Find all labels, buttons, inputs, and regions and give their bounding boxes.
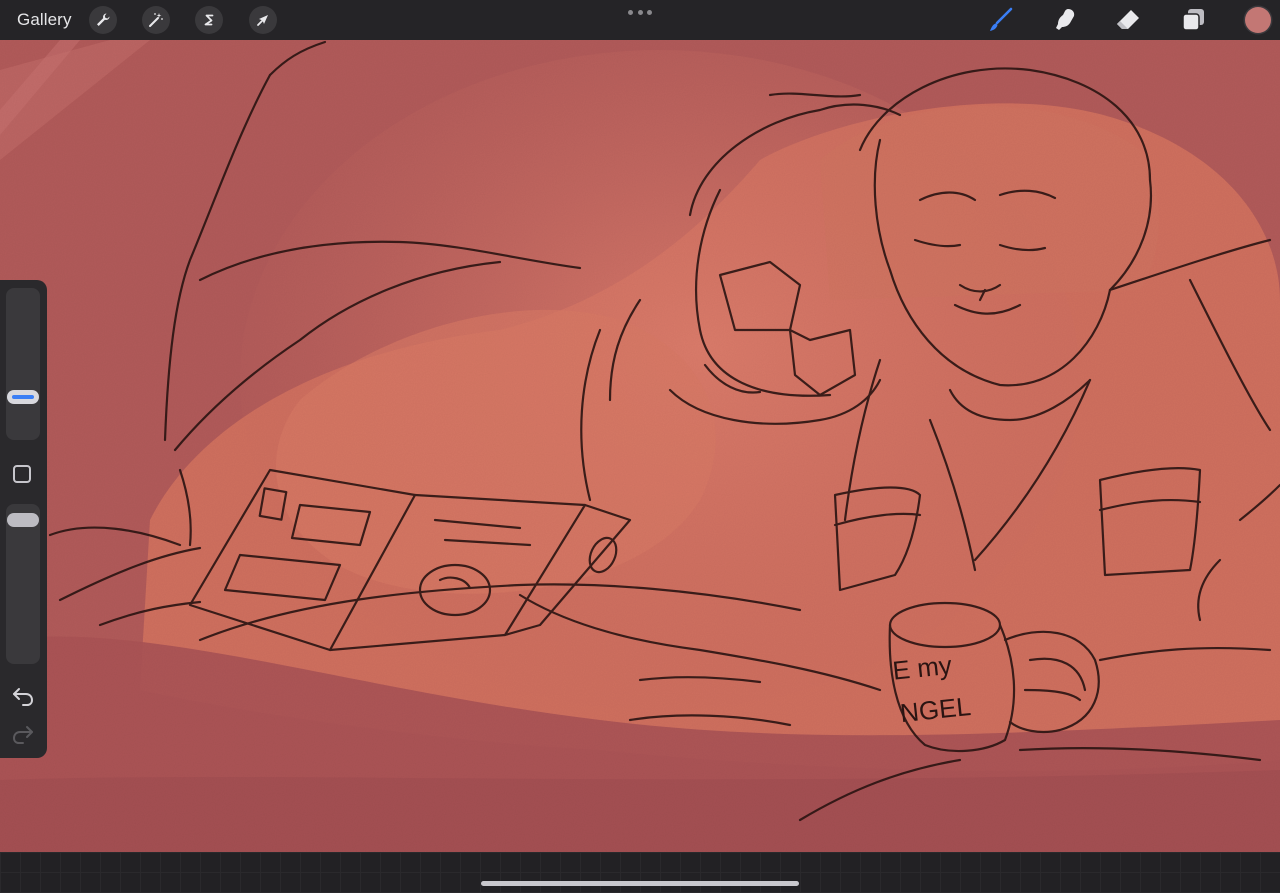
magic-wand-icon — [149, 13, 163, 27]
smudge-tool-button[interactable] — [1049, 5, 1079, 35]
gallery-button[interactable]: Gallery — [17, 10, 72, 30]
home-indicator[interactable] — [481, 881, 799, 886]
wrench-icon — [97, 13, 110, 26]
transform-button[interactable] — [249, 6, 277, 34]
left-sidebar — [0, 280, 47, 758]
brush-opacity-thumb[interactable] — [7, 513, 39, 527]
eraser-icon — [1117, 10, 1139, 29]
more-dots-icon[interactable] — [628, 8, 652, 16]
redo-arrow-icon[interactable] — [11, 722, 35, 746]
selection-s-icon — [204, 14, 214, 26]
selection-button[interactable] — [195, 6, 223, 34]
brush-size-thumb[interactable] — [7, 390, 39, 404]
procreate-app: Gallery E my NGEL — [0, 0, 1280, 893]
actions-button[interactable] — [89, 6, 117, 34]
brush-size-slider[interactable] — [6, 288, 40, 440]
adjustments-button[interactable] — [142, 6, 170, 34]
square-modify-icon[interactable] — [13, 465, 31, 483]
arrow-cursor-icon — [257, 15, 268, 26]
brush-opacity-slider[interactable] — [6, 504, 40, 664]
undo-arrow-icon[interactable] — [11, 684, 35, 708]
layers-icon — [1182, 9, 1204, 31]
mug-text-line1: E my — [891, 650, 953, 686]
eraser-tool-button[interactable] — [1113, 5, 1143, 35]
drawing-canvas[interactable]: E my NGEL — [0, 40, 1280, 852]
bottom-bar — [0, 852, 1280, 893]
brush-tool-button[interactable] — [985, 5, 1015, 35]
sketch-artwork: E my NGEL — [0, 40, 1280, 852]
smudge-finger-icon — [1056, 9, 1075, 30]
top-toolbar: Gallery — [0, 0, 1280, 40]
color-picker-swatch[interactable] — [1245, 7, 1271, 33]
layers-button[interactable] — [1178, 5, 1208, 35]
brush-icon — [990, 7, 1013, 31]
